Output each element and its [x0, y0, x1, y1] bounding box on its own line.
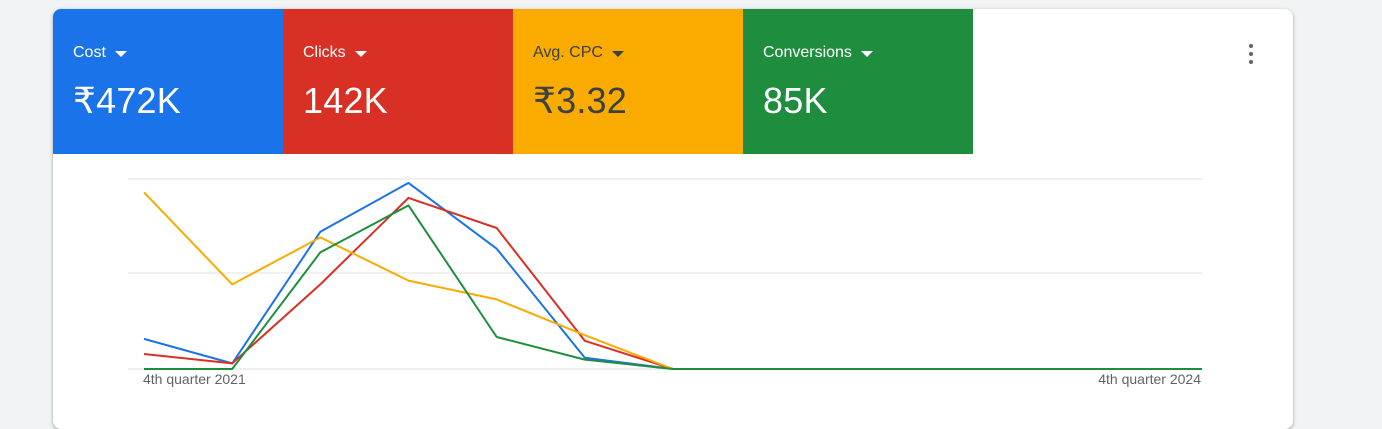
x-axis-first-label: 4th quarter 2021: [143, 371, 246, 387]
performance-line-chart: [128, 178, 1203, 370]
series-line-clicks: [143, 196, 1202, 370]
x-axis-last-label: 4th quarter 2024: [1098, 371, 1201, 387]
series-line-avg-cpc: [143, 191, 1202, 370]
series-line-conversions: [144, 204, 1202, 370]
